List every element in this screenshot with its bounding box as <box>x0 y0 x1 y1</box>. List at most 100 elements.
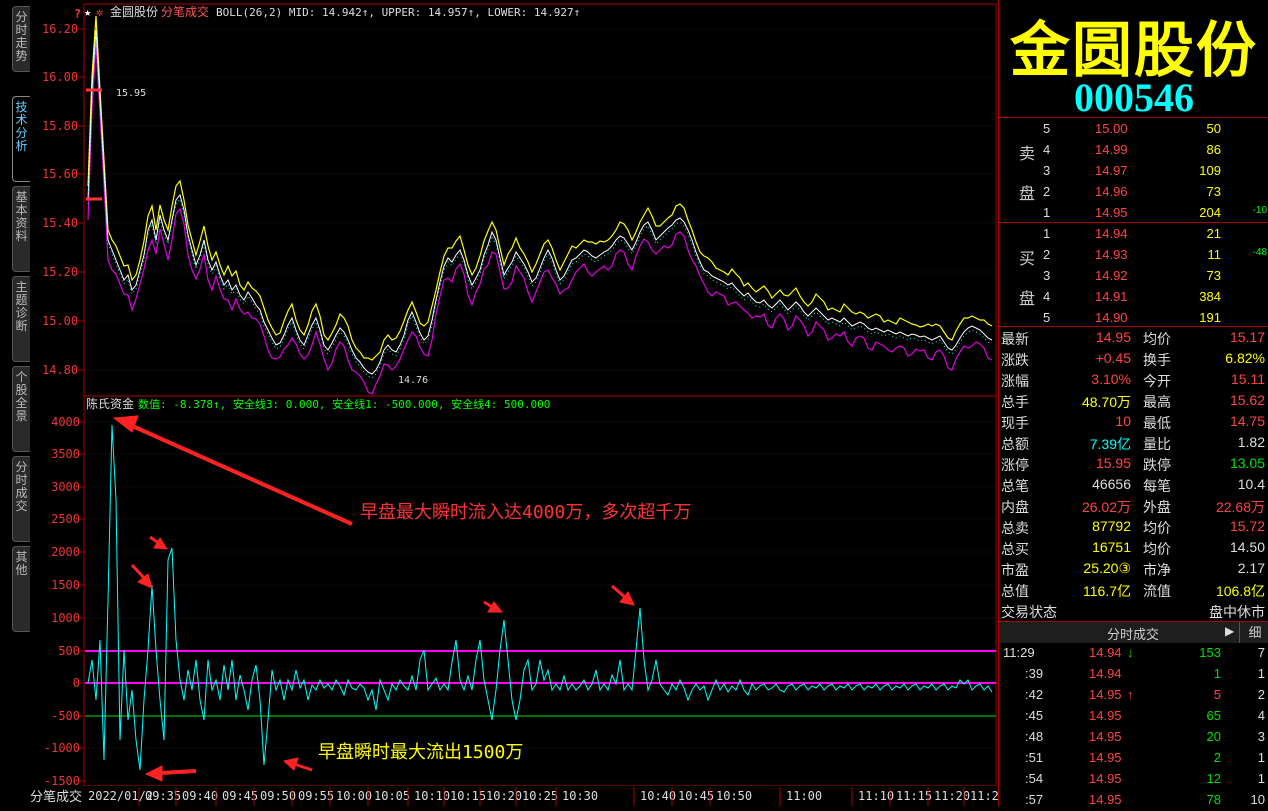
x-tick-label: 11:00 <box>786 789 822 803</box>
quote-row: 总手 48.70万 最高 15.62 <box>999 391 1268 412</box>
quote-row: 涨停 15.95 跌停 13.05 <box>999 454 1268 475</box>
quote-label: 外盘 <box>1143 499 1171 515</box>
quote-value: 46656 <box>1092 476 1131 492</box>
tick-price: 14.95 <box>1089 771 1122 786</box>
tick-row[interactable]: :45 14.95 65 4 <box>999 706 1268 727</box>
tick-price: 14.95 <box>1089 729 1122 744</box>
tab-technical[interactable]: 技术分析 <box>12 96 30 182</box>
level-number: 2 <box>1043 184 1051 199</box>
quote-label: 现手 <box>1001 415 1029 431</box>
tab-label: 其他 <box>15 550 28 577</box>
help-icon[interactable]: ? <box>74 7 81 21</box>
tick-time: :45 <box>1025 708 1044 723</box>
tick-volume: 12 <box>1206 771 1221 786</box>
quote-label: 总卖 <box>1001 520 1029 536</box>
tick-row[interactable]: :57 14.95 78 10 <box>999 790 1268 811</box>
tab-tick-trades[interactable]: 分时成交 <box>12 456 30 542</box>
tick-row[interactable]: :42 14.95 ↑ 5 2 <box>999 685 1268 706</box>
x-tick-label: 11:20 <box>934 789 970 803</box>
tick-volume: 78 <box>1206 792 1221 807</box>
order-book-row[interactable]: 2 14.96 73 <box>999 182 1268 203</box>
detail-button[interactable]: 细 <box>1239 622 1268 643</box>
sell-volume: 73 <box>1206 184 1221 199</box>
y-tick-label: 3500 <box>51 447 80 461</box>
settings-gear-icon[interactable]: ✲ <box>96 5 103 19</box>
tick-price: 14.94 <box>1089 666 1122 681</box>
x-tick-label: 10:05 <box>374 789 410 803</box>
play-icon[interactable]: ▶ <box>1225 624 1234 638</box>
chart-period[interactable]: 分笔成交 <box>161 4 209 19</box>
ticks-header-title[interactable]: 分时成交 <box>1107 624 1159 643</box>
tab-timeshare[interactable]: 分时走势 <box>12 6 30 72</box>
tick-volume: 5 <box>1213 687 1221 702</box>
y-tick-label: 3000 <box>51 480 80 494</box>
indicator-title[interactable]: 陈氏资金 <box>86 396 134 411</box>
y-tick-label: 1500 <box>51 578 80 592</box>
tick-count: 7 <box>1257 645 1265 660</box>
tick-count: 3 <box>1257 729 1265 744</box>
y-tick-label: 16.00 <box>42 70 78 84</box>
x-tick-label: 10:30 <box>562 789 598 803</box>
quote-row: 总卖 87792 均价 15.72 <box>999 517 1268 538</box>
y-tick-label: 15.60 <box>42 167 78 181</box>
quote-value: 10.4 <box>1237 476 1265 492</box>
price-line <box>87 29 993 375</box>
order-book-row[interactable]: 3 14.92 73 <box>999 266 1268 287</box>
tick-price: 14.95 <box>1089 687 1122 702</box>
level-number: 1 <box>1043 226 1051 241</box>
quote-label: 总额 <box>1001 436 1029 452</box>
level-number: 5 <box>1043 310 1051 325</box>
y-tick-label: 16.20 <box>42 22 78 36</box>
order-book-row[interactable]: 2 14.93 11 -48 <box>999 245 1268 266</box>
buy-volume: 21 <box>1206 226 1221 241</box>
quote-label: 总手 <box>1001 394 1029 410</box>
x-tick-label: 10:20 <box>486 789 522 803</box>
tick-row[interactable]: :54 14.95 12 1 <box>999 769 1268 790</box>
tab-panorama[interactable]: 个股全景 <box>12 366 30 452</box>
tab-label: 基本资料 <box>15 190 28 243</box>
arrowhead-6 <box>282 757 299 771</box>
chart-area[interactable]: 16.20 16.00 15.80 15.60 15.40 15.20 15.00 14.80… <box>30 0 1006 806</box>
tick-count: 1 <box>1257 750 1265 765</box>
order-book-row[interactable]: 1 14.95 204 -10 <box>999 203 1268 224</box>
order-book-row[interactable]: 4 14.91 384 <box>999 287 1268 308</box>
order-book-row[interactable]: 5 15.00 50 <box>999 119 1268 140</box>
tab-fundamentals[interactable]: 基本资料 <box>12 186 30 272</box>
order-book-row[interactable]: 1 14.94 21 <box>999 224 1268 245</box>
quote-value: +0.45 <box>1095 350 1131 366</box>
quote-panel: 金圆股份 000546 卖 盘 5 15.00 50 4 14.99 86 3 14.97 10… <box>998 0 1268 807</box>
tab-diagnosis[interactable]: 主题诊断 <box>12 276 30 362</box>
sell-price: 14.99 <box>1095 142 1128 157</box>
ticks-header: 分时成交 ▶ 细 <box>999 621 1268 643</box>
tick-count: 1 <box>1257 771 1265 786</box>
chart-canvas[interactable]: 16.20 16.00 15.80 15.60 15.40 15.20 15.00 14.80… <box>30 0 1006 806</box>
buy-volume: 384 <box>1199 289 1221 304</box>
y-tick-label: 15.00 <box>42 314 78 328</box>
quote-label: 今开 <box>1143 373 1171 389</box>
volume-change: -48 <box>1252 247 1267 258</box>
tick-time: :54 <box>1025 771 1044 786</box>
quote-value: 13.05 <box>1229 455 1265 471</box>
buy-price: 14.92 <box>1095 268 1128 283</box>
quote-value: 14.50 <box>1229 539 1265 555</box>
tick-row[interactable]: :39 14.94 1 1 <box>999 664 1268 685</box>
y-tick-label: 14.80 <box>42 363 78 377</box>
x-axis-mode-label[interactable]: 分笔成交 <box>30 789 82 805</box>
tab-other[interactable]: 其他 <box>12 546 30 632</box>
quote-row: 最新 14.95 均价 15.17 <box>999 328 1268 349</box>
tick-row[interactable]: 11:29 14.94 ↓ 153 7 <box>999 643 1268 664</box>
order-book-row[interactable]: 3 14.97 109 <box>999 161 1268 182</box>
tick-price: 14.95 <box>1089 750 1122 765</box>
x-tick-label: 11:25 <box>970 789 998 803</box>
quote-value: 22.68万 <box>1215 499 1265 515</box>
tick-count: 10 <box>1250 792 1265 807</box>
tick-time: :48 <box>1025 729 1044 744</box>
quote-value: 87792 <box>1092 518 1131 534</box>
indicator-panel-frame <box>83 395 997 787</box>
star-icon[interactable]: ★ <box>84 5 91 19</box>
chart-stock-title: 金圆股份 <box>110 4 158 19</box>
x-tick-label: 09:45 <box>222 789 258 803</box>
tick-row[interactable]: :51 14.95 2 1 <box>999 748 1268 769</box>
order-book-row[interactable]: 4 14.99 86 <box>999 140 1268 161</box>
tick-row[interactable]: :48 14.95 20 3 <box>999 727 1268 748</box>
